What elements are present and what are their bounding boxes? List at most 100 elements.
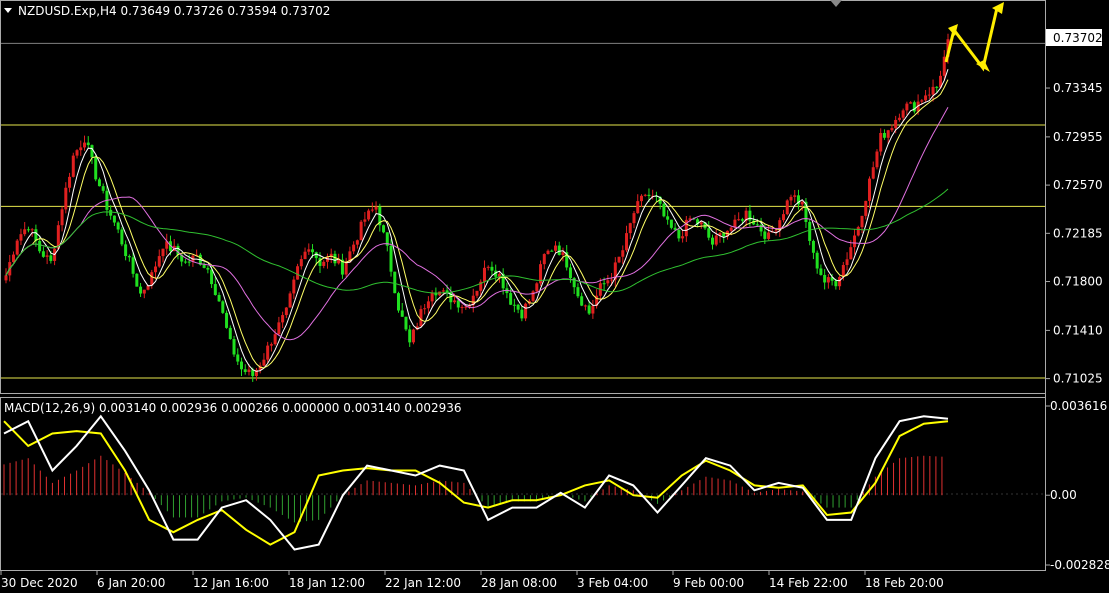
candle-body	[15, 240, 19, 255]
candle-body	[554, 245, 557, 251]
candle-body	[269, 344, 273, 346]
candle-body	[740, 219, 744, 221]
time-tick-label: 18 Jan 12:00	[289, 576, 365, 590]
symbol-header: NZDUSD.Exp,H4 0.73649 0.73726 0.73594 0.…	[18, 4, 330, 18]
candle-body	[243, 369, 247, 372]
candle-body	[755, 224, 759, 226]
price-tick-label: 0.72570	[1053, 178, 1103, 192]
candle-body	[303, 251, 307, 260]
candle-body	[38, 240, 42, 252]
candle-body	[355, 240, 359, 245]
candle-body	[875, 151, 879, 168]
time-tick-label: 6 Jan 20:00	[97, 576, 165, 590]
candle-body	[737, 219, 741, 221]
candle-body	[774, 230, 778, 232]
candle-body	[643, 194, 647, 196]
time-tick-label: 9 Feb 00:00	[673, 576, 744, 590]
candle-body	[617, 256, 621, 263]
candle-body	[722, 233, 726, 237]
candle-body	[823, 274, 827, 283]
candle-body	[109, 209, 113, 216]
candle-body	[30, 229, 34, 231]
candle-body	[363, 219, 367, 222]
candle-body	[707, 228, 711, 238]
candle-body	[711, 237, 714, 245]
candle-body	[83, 142, 86, 148]
candle-body	[161, 248, 165, 257]
candle-body	[97, 179, 101, 187]
candle-body	[157, 256, 161, 267]
candle-body	[150, 272, 154, 286]
candle-body	[45, 255, 49, 257]
candle-body	[561, 252, 565, 255]
candle-body	[580, 296, 584, 306]
candle-body	[524, 303, 528, 319]
candle-body	[482, 267, 486, 282]
candle-body	[509, 293, 513, 305]
candle-body	[453, 300, 457, 303]
candle-body	[811, 240, 815, 253]
candle-body	[841, 265, 845, 277]
candle-body	[886, 130, 890, 138]
candle-body	[632, 213, 636, 224]
time-tick-label: 22 Jan 12:00	[385, 576, 461, 590]
candle-body	[890, 128, 894, 131]
candle-body	[311, 249, 315, 253]
candle-body	[127, 256, 131, 258]
candle-body	[714, 235, 718, 245]
candle-body	[292, 279, 296, 294]
candle-body	[370, 209, 374, 211]
candle-body	[568, 267, 572, 279]
candle-body	[299, 259, 303, 267]
candle-body	[277, 322, 281, 335]
time-tick-label: 18 Feb 20:00	[865, 576, 944, 590]
candle-body	[767, 232, 771, 239]
candle-body	[262, 359, 266, 366]
price-tick-label: 0.72185	[1053, 226, 1103, 240]
candle-body	[68, 176, 72, 188]
candle-body	[901, 110, 905, 118]
candle-body	[116, 222, 120, 230]
candle-body	[894, 119, 898, 129]
candle-body	[587, 305, 591, 314]
candle-body	[120, 229, 124, 245]
candle-body	[135, 273, 139, 287]
candle-body	[927, 94, 931, 96]
candle-body	[905, 103, 909, 111]
time-tick-label: 30 Dec 2020	[1, 576, 78, 590]
candle-body	[367, 210, 371, 220]
candle-body	[647, 194, 651, 196]
candle-body	[41, 251, 45, 257]
candle-body	[490, 266, 494, 271]
candle-body	[557, 245, 561, 255]
candle-body	[636, 201, 640, 214]
candle-body	[90, 145, 94, 158]
candle-body	[516, 304, 520, 310]
candle-body	[124, 244, 128, 257]
candle-body	[11, 254, 15, 263]
candle-body	[871, 167, 875, 179]
candle-body	[864, 200, 868, 216]
candle-body	[225, 312, 229, 328]
candle-body	[430, 292, 434, 302]
price-tick-label: 0.72955	[1053, 130, 1103, 144]
candle-body	[856, 227, 860, 236]
candle-body	[210, 269, 214, 285]
candle-body	[389, 245, 393, 272]
candle-body	[288, 293, 292, 308]
candle-body	[860, 215, 864, 228]
candle-body	[4, 275, 8, 281]
candle-body	[49, 255, 53, 261]
candle-body	[217, 294, 221, 302]
candle-body	[154, 266, 158, 273]
candle-body	[314, 252, 318, 259]
candle-body	[785, 200, 789, 215]
price-tick-label: 0.71800	[1053, 275, 1103, 289]
candle-body	[94, 157, 98, 180]
time-tick-label: 14 Feb 22:00	[769, 576, 848, 590]
macd-panel-frame	[0, 397, 1046, 571]
candle-body	[909, 102, 913, 104]
candle-body	[71, 155, 75, 177]
candle-body	[849, 247, 853, 260]
candle-body	[213, 284, 217, 295]
